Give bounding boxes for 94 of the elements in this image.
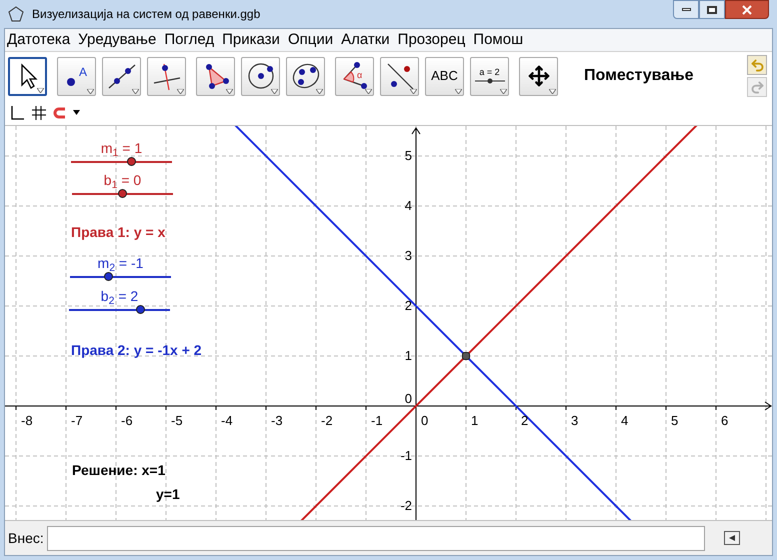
tool-button[interactable]: ABC [425, 56, 464, 96]
axis-tick-label: 5 [671, 414, 678, 427]
tool-button[interactable] [102, 56, 141, 96]
dropdown-triangle-icon [500, 88, 507, 94]
undo-icon [750, 58, 764, 72]
axis-tick-label: -1 [371, 414, 383, 427]
tool-button[interactable] [286, 56, 325, 96]
menu-item[interactable]: Опции [288, 28, 334, 52]
dropdown-triangle-icon [132, 88, 139, 94]
menu-item[interactable]: Помош [473, 28, 524, 52]
move-view-icon [528, 65, 550, 87]
axis-tick-label: 4 [621, 414, 628, 427]
axis-tick-label: 1 [471, 414, 478, 427]
left-triangle-icon [728, 535, 735, 541]
menu-item[interactable]: Прозорец [398, 28, 466, 52]
axis-tick-label: 3 [571, 414, 578, 427]
grid-icon[interactable] [31, 104, 47, 120]
circle-icon [246, 61, 276, 91]
axis-tick-label: -4 [221, 414, 233, 427]
axis-tick-label: -8 [21, 414, 33, 427]
close-icon [742, 4, 752, 14]
magnet-icon[interactable] [53, 106, 67, 120]
tool-button[interactable] [8, 56, 47, 96]
axis-tick-label: -6 [121, 414, 133, 427]
reflect-icon [384, 61, 414, 91]
tool-button[interactable]: a = 2 [470, 56, 509, 96]
dropdown-triangle-icon [455, 88, 462, 94]
perpendicular-lines-icon [152, 61, 182, 91]
axis-tick-label: -5 [171, 414, 183, 427]
menu-item[interactable]: Уредување [78, 28, 156, 52]
menu-item[interactable]: Поглед [164, 28, 214, 52]
tool-mode-label: Поместување [584, 66, 695, 86]
axis-tick-label: -3 [271, 414, 283, 427]
slider-icon [474, 77, 504, 85]
axis-tick-label: -7 [71, 414, 83, 427]
maximize-button[interactable] [699, 0, 725, 19]
toggle-panel-button[interactable] [724, 531, 740, 545]
axis-tick-label: 4 [404, 199, 412, 212]
axis-tick-label: 5 [404, 149, 412, 162]
axis-tick-label: 1 [404, 349, 412, 362]
menu-item[interactable]: Прикази [222, 28, 280, 52]
slider-label: b$_{1}$ = 0 [104, 173, 142, 192]
window-title: Визуелизација на систем од равенки.ggb [32, 6, 262, 23]
axis-tick-label: 3 [404, 249, 412, 262]
equation-text: Права 2: y = -1x + 2 [71, 341, 202, 360]
dropdown-triangle-icon [177, 88, 184, 94]
equation-text: Права 1: y = x [71, 223, 166, 242]
axis-tick-label: -2 [399, 499, 412, 512]
slider-handle[interactable] [118, 189, 127, 198]
dropdown-triangle-icon [410, 88, 417, 94]
app-icon [8, 6, 24, 22]
input-label: Внес: [8, 528, 44, 548]
solution-text: y=1 [156, 485, 180, 504]
slider-handle[interactable] [104, 272, 113, 281]
axis-tick-label: -1 [399, 449, 412, 462]
solution-text: Решение: x=1 [72, 461, 166, 480]
redo-icon [750, 80, 764, 94]
slider-label: b$_{2}$ = 2 [100, 289, 138, 308]
axis-tick-label: -2 [321, 414, 333, 427]
tool-label: A [78, 65, 87, 79]
close-button[interactable] [725, 0, 769, 19]
tool-button[interactable] [147, 56, 186, 96]
tool-button[interactable] [380, 56, 419, 96]
dropdown-triangle-icon [365, 88, 372, 94]
dropdown-triangle-icon [37, 88, 44, 92]
slider-label: m$_{1}$ = 1 [100, 141, 142, 160]
ellipse-icon [290, 61, 320, 91]
tool-button[interactable]: A [57, 56, 96, 96]
slider-handle[interactable] [127, 157, 136, 166]
axis-tick-label: 0 [404, 392, 412, 405]
dropdown-triangle-icon [316, 88, 323, 94]
menu-item[interactable]: Датотека [7, 28, 70, 52]
minimize-button[interactable] [673, 0, 699, 19]
dropdown-triangle-icon [271, 88, 278, 94]
axis-tick-label: 2 [521, 414, 528, 427]
tool-label: a = 2 [479, 67, 500, 77]
tool-label: ABC [431, 67, 458, 86]
tool-button[interactable] [519, 56, 558, 96]
dropdown-triangle-icon [549, 88, 556, 94]
axis-tick-label: 2 [404, 299, 412, 312]
input-field[interactable] [46, 526, 705, 550]
menu-item[interactable]: Алатки [341, 28, 390, 52]
axis-tick-label: 0 [421, 414, 428, 427]
dropdown-triangle-icon [226, 88, 233, 94]
axis-tick-label: 6 [721, 414, 728, 427]
caret-icon[interactable] [73, 110, 80, 115]
tool-button[interactable]: α [335, 56, 374, 96]
tool-label: α [356, 70, 362, 80]
slider-handle[interactable] [136, 305, 146, 314]
axes-icon[interactable] [9, 104, 25, 120]
tool-button[interactable] [241, 56, 280, 96]
slider-label: m$_{2}$ = -1 [98, 256, 144, 275]
tool-button[interactable] [196, 56, 235, 96]
dropdown-triangle-icon [87, 88, 94, 94]
